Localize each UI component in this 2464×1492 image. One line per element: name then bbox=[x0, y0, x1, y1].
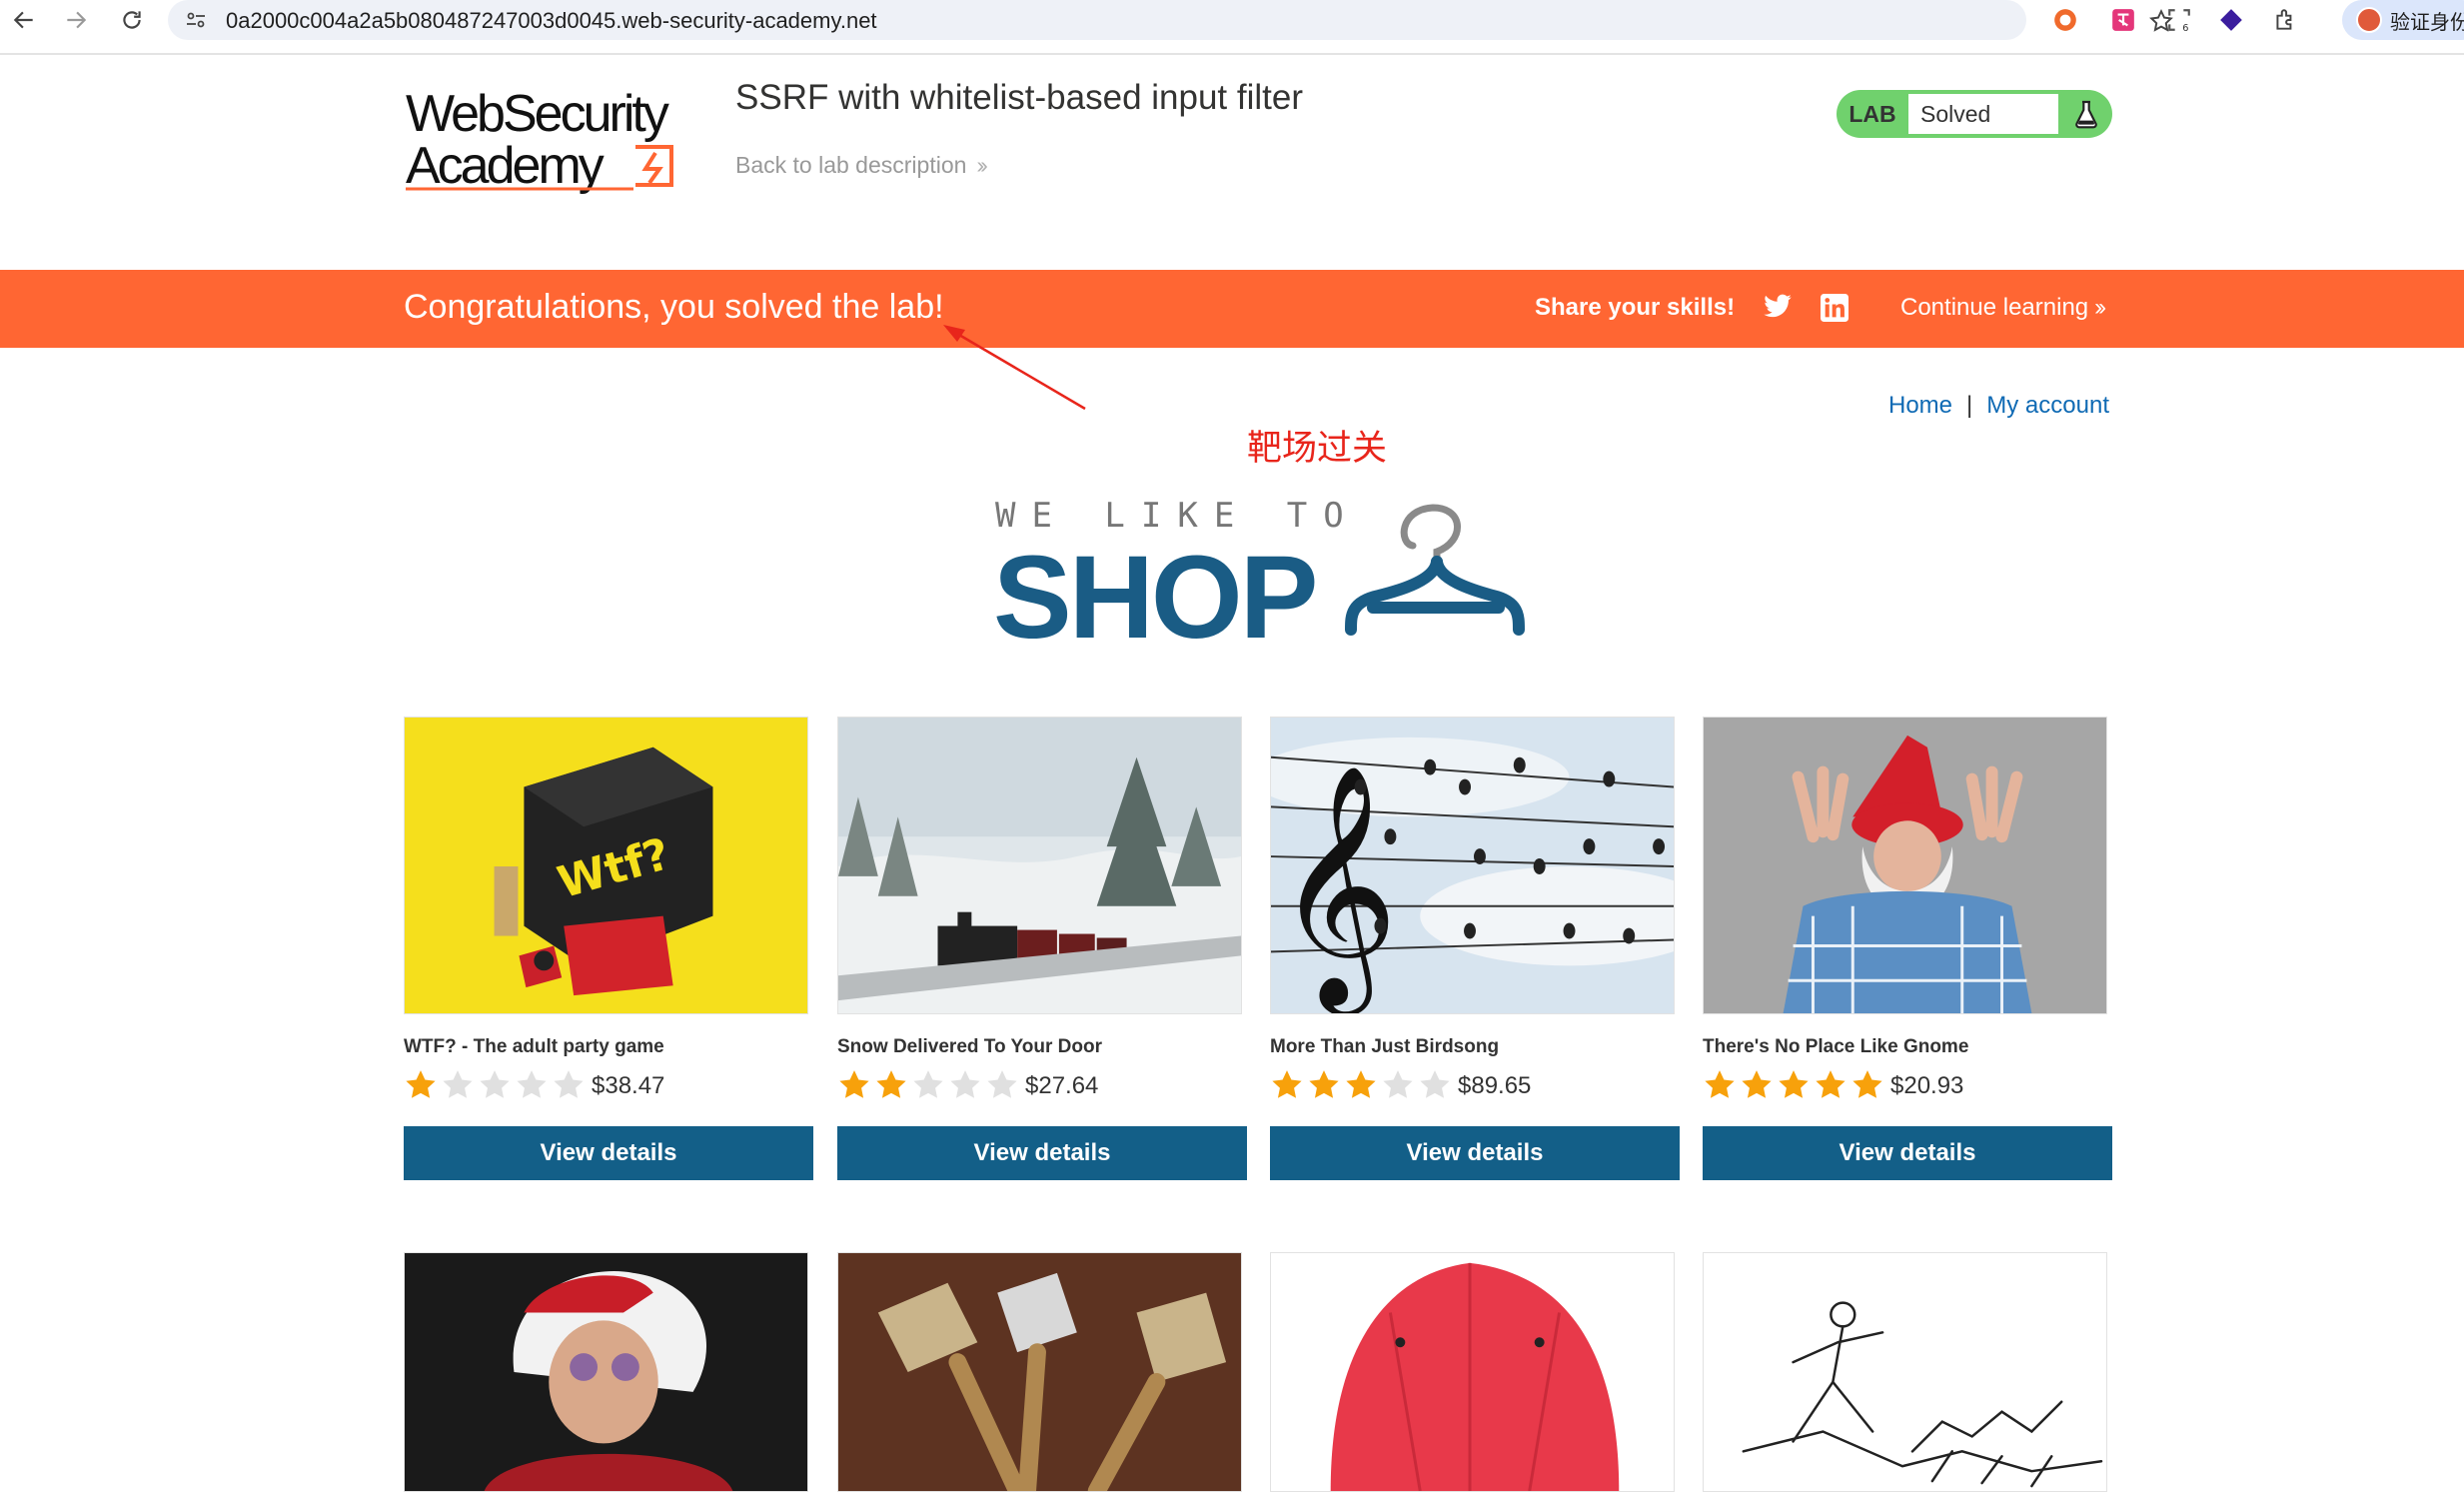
star-filled-icon bbox=[1779, 1070, 1809, 1098]
product-name: WTF? - The adult party game bbox=[404, 1036, 664, 1057]
address-bar[interactable]: 0a2000c004a2a5b080487247003d0045.web-sec… bbox=[168, 0, 2173, 40]
star-filled-icon bbox=[876, 1070, 906, 1098]
star-empty-icon bbox=[480, 1070, 510, 1098]
shop-wordmark: SHOP bbox=[993, 532, 1318, 664]
svg-text:WebSecurity: WebSecurity bbox=[406, 85, 669, 143]
site-info-icon[interactable] bbox=[182, 6, 210, 34]
view-details-button[interactable]: View details bbox=[1703, 1126, 2112, 1180]
lab-status-tag: LAB bbox=[1848, 101, 1896, 127]
view-details-button[interactable]: View details bbox=[837, 1126, 1247, 1180]
share-skills-label: Share your skills! bbox=[1535, 294, 1736, 321]
star-empty-icon bbox=[1420, 1070, 1450, 1098]
product-rating bbox=[1703, 1068, 1887, 1102]
continue-learning-link[interactable]: Continue learning ›› bbox=[1900, 294, 2106, 322]
star-filled-icon bbox=[1852, 1070, 1882, 1098]
product-image[interactable]: Wtf? bbox=[404, 717, 808, 1014]
profile-chip[interactable]: 验证身份 bbox=[2342, 0, 2464, 40]
reload-icon[interactable] bbox=[112, 0, 152, 40]
product-name: There's No Place Like Gnome bbox=[1703, 1036, 1969, 1057]
product-name: More Than Just Birdsong bbox=[1270, 1036, 1500, 1057]
flask-icon bbox=[2075, 100, 2097, 129]
product-rating bbox=[837, 1068, 1022, 1102]
extension-translate-icon[interactable] bbox=[2108, 5, 2138, 35]
profile-label: 验证身份 bbox=[2390, 9, 2464, 34]
star-filled-icon bbox=[1272, 1070, 1302, 1098]
star-filled-icon bbox=[406, 1070, 436, 1098]
product-image[interactable] bbox=[837, 717, 1242, 1014]
double-chevron-icon: ›› bbox=[976, 152, 988, 178]
back-link-label: Back to lab description bbox=[735, 152, 967, 178]
extension-screenshot-icon[interactable]: 6 bbox=[2164, 5, 2194, 35]
product-rating bbox=[1270, 1068, 1455, 1102]
star-filled-icon bbox=[1742, 1070, 1772, 1098]
star-filled-icon bbox=[1309, 1070, 1339, 1098]
product-image[interactable] bbox=[1270, 1252, 1675, 1492]
product-image[interactable] bbox=[1703, 1252, 2107, 1492]
star-empty-icon bbox=[987, 1070, 1017, 1098]
nav-separator: | bbox=[1966, 392, 1973, 419]
star-filled-icon bbox=[1816, 1070, 1846, 1098]
product-image[interactable] bbox=[1703, 717, 2107, 1014]
shop-nav: Home | My account bbox=[1888, 392, 2109, 420]
product-price: $27.64 bbox=[1025, 1072, 1099, 1099]
svg-text:𝄞: 𝄞 bbox=[1275, 763, 1399, 1013]
view-details-button[interactable]: View details bbox=[1270, 1126, 1680, 1180]
product-price: $20.93 bbox=[1890, 1072, 1964, 1099]
web-security-academy-logo[interactable]: WebSecurity Academy bbox=[404, 85, 708, 195]
lab-title: SSRF with whitelist-based input filter bbox=[735, 78, 1303, 117]
product-image[interactable] bbox=[837, 1252, 1242, 1492]
forward-arrow-icon[interactable] bbox=[56, 0, 96, 40]
twitter-icon[interactable] bbox=[1763, 294, 1793, 322]
double-chevron-icon: ›› bbox=[2094, 294, 2106, 321]
product-name: Snow Delivered To Your Door bbox=[837, 1036, 1102, 1057]
hanger-icon bbox=[1345, 504, 1525, 636]
star-empty-icon bbox=[517, 1070, 547, 1098]
linkedin-icon[interactable] bbox=[1821, 294, 1848, 322]
back-arrow-icon[interactable] bbox=[4, 0, 44, 40]
star-filled-icon bbox=[1346, 1070, 1376, 1098]
url-text[interactable]: 0a2000c004a2a5b080487247003d0045.web-sec… bbox=[226, 8, 877, 34]
continue-learning-label: Continue learning bbox=[1900, 294, 2089, 321]
star-empty-icon bbox=[554, 1070, 584, 1098]
annotation-text: 靶场过关 bbox=[1247, 429, 1388, 469]
product-price: $89.65 bbox=[1458, 1072, 1532, 1099]
star-empty-icon bbox=[1383, 1070, 1413, 1098]
extension-diamond-icon[interactable] bbox=[2216, 5, 2246, 35]
star-empty-icon bbox=[913, 1070, 943, 1098]
product-rating bbox=[404, 1068, 589, 1102]
avatar bbox=[2356, 7, 2382, 33]
extension-record-icon[interactable] bbox=[2050, 5, 2080, 35]
my-account-link[interactable]: My account bbox=[1986, 392, 2109, 419]
back-to-lab-description-link[interactable]: Back to lab description ›› bbox=[735, 152, 988, 179]
star-empty-icon bbox=[443, 1070, 473, 1098]
product-price: $38.47 bbox=[592, 1072, 665, 1099]
lab-status-value: Solved bbox=[1908, 94, 2058, 134]
congratulations-message: Congratulations, you solved the lab! bbox=[404, 288, 944, 326]
solved-banner: Congratulations, you solved the lab! Sha… bbox=[0, 270, 2464, 348]
svg-text:6: 6 bbox=[2182, 23, 2188, 33]
annotation-arrow-icon bbox=[943, 325, 1086, 411]
svg-text:Academy: Academy bbox=[406, 137, 605, 195]
star-filled-icon bbox=[1705, 1070, 1735, 1098]
home-link[interactable]: Home bbox=[1888, 392, 1952, 419]
view-details-button[interactable]: View details bbox=[404, 1126, 813, 1180]
star-empty-icon bbox=[950, 1070, 980, 1098]
product-image[interactable]: 𝄞 bbox=[1270, 717, 1675, 1014]
star-filled-icon bbox=[839, 1070, 869, 1098]
lab-status-badge: LAB Solved bbox=[1837, 90, 2112, 138]
extensions-puzzle-icon[interactable] bbox=[2270, 5, 2300, 35]
browser-toolbar: 0a2000c004a2a5b080487247003d0045.web-sec… bbox=[0, 0, 2464, 55]
product-image[interactable] bbox=[404, 1252, 808, 1492]
